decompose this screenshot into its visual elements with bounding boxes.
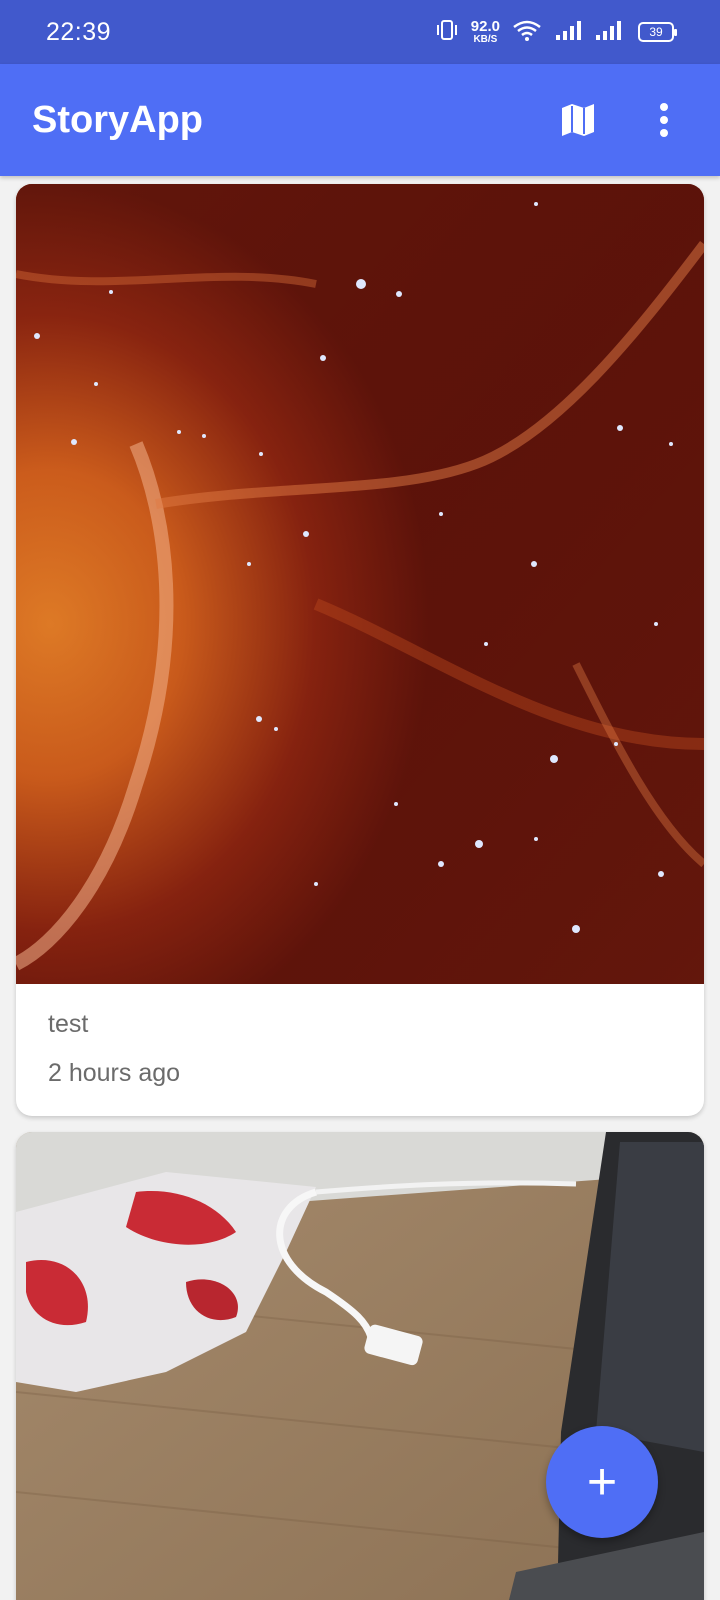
app-bar: StoryApp	[0, 64, 720, 176]
status-icons: 92.0 KB/S 39	[435, 19, 677, 46]
add-story-button[interactable]: +	[546, 1426, 658, 1538]
map-button[interactable]	[554, 96, 602, 144]
map-icon	[562, 104, 594, 136]
wifi-icon	[512, 19, 542, 46]
story-details: test 2 hours ago	[16, 984, 704, 1108]
story-name: test	[48, 1010, 89, 1038]
network-speed-unit: KB/S	[473, 34, 498, 45]
story-card[interactable]: test 2 hours ago	[16, 184, 704, 1116]
add-icon: +	[586, 1453, 618, 1511]
signal-icon-sim2	[594, 19, 622, 46]
app-title: StoryApp	[32, 98, 203, 141]
network-speed: 92.0 KB/S	[471, 19, 500, 45]
vibrate-icon	[435, 19, 459, 46]
status-bar: 22:39 92.0 KB/S 39	[0, 0, 720, 64]
story-date: 2 hours ago	[48, 1059, 181, 1087]
app-bar-actions	[554, 96, 688, 144]
more-options-button[interactable]	[640, 96, 688, 144]
status-time: 22:39	[46, 17, 112, 46]
battery-icon: 39	[638, 22, 677, 42]
network-speed-value: 92.0	[470, 18, 500, 35]
signal-icon-sim1	[554, 19, 582, 46]
story-image	[16, 184, 704, 984]
battery-level: 39	[649, 25, 663, 39]
more-vert-icon	[660, 103, 668, 137]
